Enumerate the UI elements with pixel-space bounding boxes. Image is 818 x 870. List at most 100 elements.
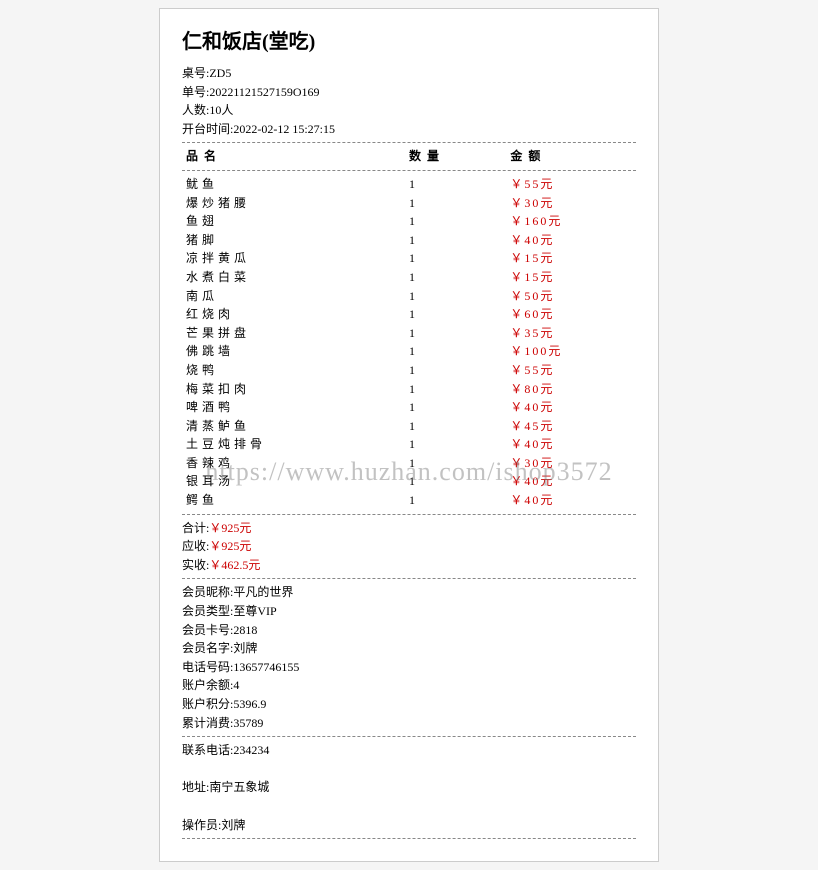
table-row: 凉拌黄瓜1￥15元 — [182, 249, 636, 268]
item-qty: 1 — [409, 454, 510, 473]
item-qty: 1 — [409, 472, 510, 491]
item-name: 鱼翅 — [186, 212, 409, 231]
item-name: 鳄鱼 — [186, 491, 409, 510]
receipt: 仁和饭店(堂吃) 桌号:ZD5 单号:20221121527159O169 人数… — [159, 8, 659, 862]
table-row: 芒果拼盘1￥35元 — [182, 324, 636, 343]
item-amount: ￥55元 — [510, 175, 632, 194]
item-qty: 1 — [409, 380, 510, 399]
table-row: 红烧肉1￥60元 — [182, 305, 636, 324]
item-amount: ￥30元 — [510, 454, 632, 473]
item-qty: 1 — [409, 435, 510, 454]
total-paid: 实收:￥462.5元 — [182, 556, 636, 575]
item-qty: 1 — [409, 194, 510, 213]
people-count: 人数:10人 — [182, 101, 636, 120]
item-amount: ￥50元 — [510, 287, 632, 306]
col-amount-header: 金额 — [510, 147, 632, 166]
table-row: 银耳汤1￥40元 — [182, 472, 636, 491]
member-nickname: 会员昵称:平凡的世界 — [182, 583, 636, 602]
item-name: 猪脚 — [186, 231, 409, 250]
total-receivable: 应收:￥925元 — [182, 537, 636, 556]
table-row: 土豆炖排骨1￥40元 — [182, 435, 636, 454]
item-amount: ￥160元 — [510, 212, 632, 231]
sum-value: ￥925元 — [209, 521, 251, 535]
table-row: 水煮白菜1￥15元 — [182, 268, 636, 287]
member-balance: 账户余额:4 — [182, 676, 636, 695]
item-amount: ￥80元 — [510, 380, 632, 399]
table-row: 清蒸鲈鱼1￥45元 — [182, 417, 636, 436]
item-name: 红烧肉 — [186, 305, 409, 324]
divider — [182, 170, 636, 171]
item-qty: 1 — [409, 175, 510, 194]
item-amount: ￥35元 — [510, 324, 632, 343]
item-amount: ￥40元 — [510, 435, 632, 454]
divider — [182, 736, 636, 737]
paid-label: 实收: — [182, 558, 209, 572]
table-row: 南瓜1￥50元 — [182, 287, 636, 306]
operator: 操作员:刘牌 — [182, 816, 636, 835]
item-name: 鱿鱼 — [186, 175, 409, 194]
item-amount: ￥100元 — [510, 342, 632, 361]
table-row: 猪脚1￥40元 — [182, 231, 636, 250]
sum-label: 合计: — [182, 521, 209, 535]
item-name: 佛跳墙 — [186, 342, 409, 361]
column-headers: 品名 数量 金额 — [182, 147, 636, 166]
table-row: 烧鸭1￥55元 — [182, 361, 636, 380]
table-number: 桌号:ZD5 — [182, 64, 636, 83]
receivable-label: 应收: — [182, 539, 209, 553]
item-amount: ￥40元 — [510, 231, 632, 250]
item-amount: ￥40元 — [510, 472, 632, 491]
table-row: 鱿鱼1￥55元 — [182, 175, 636, 194]
table-row: 梅菜扣肉1￥80元 — [182, 380, 636, 399]
table-row: 鳄鱼1￥40元 — [182, 491, 636, 510]
table-row: 爆炒猪腰1￥30元 — [182, 194, 636, 213]
item-name: 烧鸭 — [186, 361, 409, 380]
total-sum: 合计:￥925元 — [182, 519, 636, 538]
item-qty: 1 — [409, 268, 510, 287]
item-name: 清蒸鲈鱼 — [186, 417, 409, 436]
member-phone: 电话号码:13657746155 — [182, 658, 636, 677]
item-qty: 1 — [409, 305, 510, 324]
item-qty: 1 — [409, 361, 510, 380]
items-list: 鱿鱼1￥55元爆炒猪腰1￥30元鱼翅1￥160元猪脚1￥40元凉拌黄瓜1￥15元… — [182, 175, 636, 510]
member-points: 账户积分:5396.9 — [182, 695, 636, 714]
col-name-header: 品名 — [186, 147, 409, 166]
item-qty: 1 — [409, 417, 510, 436]
item-amount: ￥60元 — [510, 305, 632, 324]
item-qty: 1 — [409, 231, 510, 250]
item-qty: 1 — [409, 249, 510, 268]
item-qty: 1 — [409, 212, 510, 231]
member-type: 会员类型:至尊VIP — [182, 602, 636, 621]
receivable-value: ￥925元 — [209, 539, 251, 553]
item-amount: ￥55元 — [510, 361, 632, 380]
item-qty: 1 — [409, 491, 510, 510]
item-qty: 1 — [409, 324, 510, 343]
item-name: 土豆炖排骨 — [186, 435, 409, 454]
item-name: 梅菜扣肉 — [186, 380, 409, 399]
item-qty: 1 — [409, 287, 510, 306]
item-amount: ￥45元 — [510, 417, 632, 436]
divider — [182, 578, 636, 579]
item-name: 爆炒猪腰 — [186, 194, 409, 213]
address: 地址:南宁五象城 — [182, 778, 636, 797]
order-number: 单号:20221121527159O169 — [182, 83, 636, 102]
divider — [182, 142, 636, 143]
table-row: 佛跳墙1￥100元 — [182, 342, 636, 361]
col-qty-header: 数量 — [409, 147, 510, 166]
item-name: 啤酒鸭 — [186, 398, 409, 417]
member-total-spend: 累计消费:35789 — [182, 714, 636, 733]
table-row: 鱼翅1￥160元 — [182, 212, 636, 231]
item-amount: ￥15元 — [510, 268, 632, 287]
contact-phone: 联系电话:234234 — [182, 741, 636, 760]
item-name: 香辣鸡 — [186, 454, 409, 473]
open-time: 开台时间:2022-02-12 15:27:15 — [182, 120, 636, 139]
item-name: 凉拌黄瓜 — [186, 249, 409, 268]
item-amount: ￥15元 — [510, 249, 632, 268]
item-amount: ￥30元 — [510, 194, 632, 213]
divider — [182, 514, 636, 515]
store-title: 仁和饭店(堂吃) — [182, 27, 636, 58]
table-row: 啤酒鸭1￥40元 — [182, 398, 636, 417]
item-name: 南瓜 — [186, 287, 409, 306]
item-name: 芒果拼盘 — [186, 324, 409, 343]
item-qty: 1 — [409, 342, 510, 361]
item-amount: ￥40元 — [510, 491, 632, 510]
